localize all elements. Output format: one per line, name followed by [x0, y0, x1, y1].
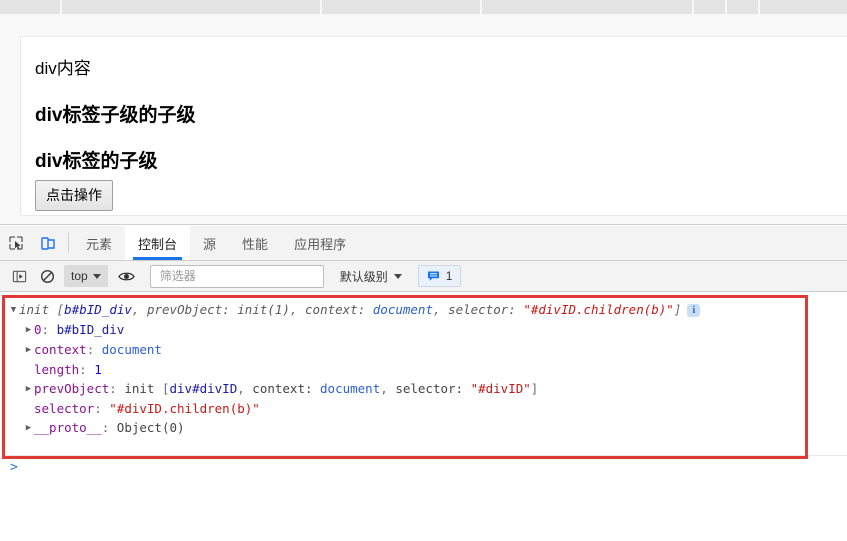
- console-token: "#divID": [470, 381, 531, 396]
- browser-tab-divider: [60, 0, 62, 14]
- console-token: document: [372, 302, 433, 317]
- browser-tab-divider: [480, 0, 482, 14]
- disclosure-triangle-closed-icon[interactable]: ▶: [23, 419, 34, 438]
- log-level-label: 默认级别: [339, 269, 388, 284]
- console-token: Object(0): [116, 420, 185, 435]
- console-entry-divider: [5, 455, 847, 456]
- console-token: 1: [94, 362, 102, 377]
- click-action-button[interactable]: 点击操作: [35, 179, 113, 211]
- browser-tab-divider: [692, 0, 694, 14]
- console-token: context:: [252, 381, 321, 396]
- console-token: ,: [289, 302, 306, 317]
- console-prompt[interactable]: >: [10, 460, 18, 475]
- disclosure-triangle-open-icon[interactable]: ▼: [8, 301, 19, 320]
- console-token: context:: [305, 302, 373, 317]
- console-token: :: [79, 362, 95, 377]
- console-token: :: [41, 322, 57, 337]
- page-content-card: div内容 div标签子级的子级 div标签的子级 点击操作: [20, 36, 847, 216]
- console-token: context: [34, 342, 87, 357]
- devtools-tabbar: 元素 控制台 源 性能 应用程序: [0, 226, 847, 261]
- browser-strip-underline: [0, 14, 847, 28]
- heading-grandchild: div标签子级的子级: [35, 105, 196, 127]
- tab-performance[interactable]: 性能: [229, 226, 281, 260]
- tabbar-separator: [68, 233, 69, 253]
- console-sidebar-icon[interactable]: [6, 265, 32, 287]
- console-token: :: [101, 420, 117, 435]
- info-icon[interactable]: i: [687, 304, 701, 317]
- browser-tab-strip: [0, 0, 847, 14]
- chevron-down-icon: [393, 273, 402, 279]
- clear-console-icon[interactable]: [34, 265, 60, 287]
- console-token: ]: [530, 381, 539, 396]
- tab-application[interactable]: 应用程序: [281, 226, 359, 260]
- console-toolbar: top 默认级别 1: [0, 261, 847, 292]
- execution-context-select[interactable]: top: [64, 265, 108, 287]
- console-token: document: [101, 342, 162, 357]
- console-token: :: [109, 381, 125, 396]
- console-token: div#divID: [169, 381, 238, 396]
- console-token: ,: [237, 381, 253, 396]
- console-token: length: [34, 362, 80, 377]
- message-count-badge[interactable]: 1: [417, 265, 462, 287]
- heading-child: div标签的子级: [35, 150, 158, 172]
- console-token: 0: [34, 322, 42, 337]
- console-token: b#bID_div: [64, 302, 132, 317]
- console-token: __proto__: [34, 420, 102, 435]
- console-log-line[interactable]: ▶ 0: b#bID_div: [8, 320, 807, 340]
- execution-context-value: top: [71, 269, 88, 283]
- chevron-down-icon: [92, 273, 101, 279]
- console-log-line[interactable]: ▼ init [b#bID_div, prevObject: init(1), c…: [8, 300, 807, 320]
- console-token: "#divID.children(b)": [109, 401, 260, 416]
- console-token: ]: [673, 302, 682, 317]
- devtools-panel: 元素 控制台 源 性能 应用程序 top 筛选器 默认级别 1 ▼ init […: [0, 226, 847, 541]
- console-output-area[interactable]: ▼ init [b#bID_div, prevObject: init(1), c…: [0, 292, 847, 541]
- browser-tab-divider: [758, 0, 760, 14]
- log-level-select[interactable]: 默认级别: [340, 268, 402, 285]
- console-token: "#divID.children(b)": [523, 302, 674, 317]
- disclosure-triangle-closed-icon[interactable]: ▶: [23, 321, 34, 340]
- tab-sources[interactable]: 源: [190, 226, 229, 260]
- disclosure-triangle-closed-icon[interactable]: ▶: [23, 380, 34, 399]
- tab-console[interactable]: 控制台: [125, 226, 191, 260]
- console-token: selector: [34, 401, 95, 416]
- console-token: ,: [131, 302, 147, 317]
- console-token: :: [86, 342, 102, 357]
- device-toolbar-icon[interactable]: [32, 226, 64, 260]
- console-token: :: [94, 401, 110, 416]
- page-viewport: div内容 div标签子级的子级 div标签的子级 点击操作: [0, 28, 847, 225]
- console-log-line[interactable]: ▶ context: document: [8, 340, 807, 360]
- console-token: init(1): [237, 302, 290, 317]
- inspect-cursor-icon[interactable]: [0, 226, 32, 260]
- browser-tab-divider: [320, 0, 322, 14]
- console-token: init: [19, 302, 57, 317]
- message-count-value: 1: [445, 269, 453, 283]
- message-icon: [427, 271, 439, 281]
- tab-elements[interactable]: 元素: [73, 226, 125, 260]
- filter-input[interactable]: [157, 268, 316, 284]
- console-log-line[interactable]: ▶ prevObject: init [div#divID, context: d…: [8, 379, 807, 399]
- live-expression-icon[interactable]: [114, 265, 140, 287]
- console-token: prevObject:: [146, 302, 238, 317]
- console-log-line[interactable]: ▶ __proto__: Object(0): [8, 418, 807, 438]
- console-token: [: [161, 381, 170, 396]
- filter-input-wrapper[interactable]: [149, 264, 324, 288]
- console-token: selector:: [395, 381, 471, 396]
- console-token: ,: [380, 381, 396, 396]
- disclosure-triangle-closed-icon[interactable]: ▶: [23, 341, 34, 360]
- console-token: init: [124, 381, 162, 396]
- console-log-line[interactable]: selector: "#divID.children(b)": [8, 399, 807, 418]
- console-token: b#bID_div: [56, 322, 125, 337]
- console-log-group[interactable]: ▼ init [b#bID_div, prevObject: init(1), c…: [8, 300, 807, 438]
- console-token: ,: [432, 302, 449, 317]
- console-token: prevObject: [34, 381, 110, 396]
- console-token: document: [320, 381, 381, 396]
- div-content-text: div内容: [35, 59, 91, 78]
- browser-tab-divider: [725, 0, 727, 14]
- console-token: selector:: [448, 302, 524, 317]
- console-log-line[interactable]: length: 1: [8, 360, 807, 379]
